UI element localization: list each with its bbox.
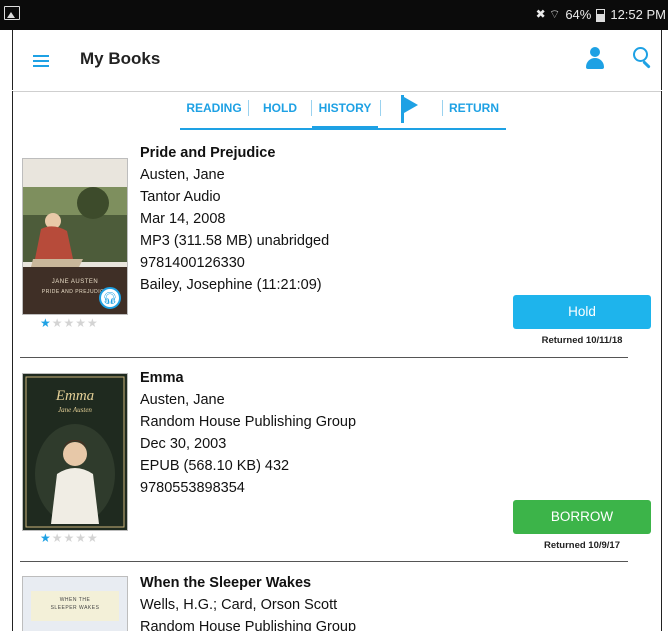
returned-date: Returned 10/11/18 [541, 335, 623, 346]
flag-icon[interactable] [398, 95, 420, 125]
account-icon[interactable] [584, 47, 606, 71]
book-list-item[interactable]: WHEN THE SLEEPER WAKES When the Sleeper … [12, 570, 662, 631]
status-bar: ✖ ⌔ 64% 12:52 PM [0, 0, 668, 30]
battery-percent: 64% [565, 7, 592, 22]
book-author: Austen, Jane [140, 167, 225, 183]
tab-bar: READING HOLD HISTORY RETURN [180, 94, 506, 130]
book-publisher: Tantor Audio [140, 189, 221, 205]
book-cover[interactable]: WHEN THE SLEEPER WAKES [22, 576, 128, 631]
page-title: My Books [80, 49, 161, 68]
book-list-item[interactable]: JANE AUSTEN PRIDE AND PREJUDICE 🎧︎ ★★★★★… [12, 140, 662, 360]
hold-button[interactable]: Hold [513, 295, 651, 329]
book-publisher: Random House Publishing Group [140, 619, 357, 631]
book-title[interactable]: When the Sleeper Wakes [140, 572, 356, 594]
book-title[interactable]: Emma [140, 367, 356, 389]
book-cover[interactable]: Emma Jane Austen [22, 373, 128, 531]
book-date: Mar 14, 2008 [140, 211, 226, 227]
tab-history[interactable]: HISTORY [312, 94, 378, 130]
tab-separator [442, 100, 443, 116]
tab-separator [248, 100, 249, 116]
headphones-icon: 🎧︎ [99, 287, 121, 309]
book-publisher: Random House Publishing Group [140, 414, 357, 430]
book-isbn: 9781400126330 [140, 255, 245, 271]
borrow-button[interactable]: BORROW [513, 500, 651, 534]
battery-icon [596, 9, 606, 22]
cover-author: Jane Austen [58, 406, 92, 414]
book-details: Emma Austen, Jane Random House Publishin… [140, 367, 356, 499]
menu-icon[interactable] [33, 55, 49, 67]
book-format: MP3 (311.58 MB) unabridged [140, 233, 330, 249]
star-rating[interactable]: ★★★★★ [40, 531, 99, 545]
book-cover[interactable]: JANE AUSTEN PRIDE AND PREJUDICE 🎧︎ [22, 158, 128, 315]
book-narrator: Bailey, Josephine (11:21:09) [140, 277, 322, 293]
book-title[interactable]: Pride and Prejudice [140, 142, 329, 164]
app-bar-divider [12, 91, 662, 92]
book-date: Dec 30, 2003 [140, 436, 227, 452]
book-author: Austen, Jane [140, 392, 225, 408]
tab-reading[interactable]: READING [182, 94, 246, 128]
mute-wifi-icons: ✖ ⌔ [535, 7, 561, 21]
book-isbn: 9780553898354 [140, 480, 245, 496]
book-author: Wells, H.G.; Card, Orson Scott [140, 597, 338, 613]
tab-separator [380, 100, 381, 116]
book-details: Pride and Prejudice Austen, Jane Tantor … [140, 142, 329, 296]
cover-title-line2: SLEEPER WAKES [50, 605, 100, 611]
tab-return[interactable]: RETURN [444, 94, 504, 128]
cover-author: JANE AUSTEN [51, 279, 99, 285]
status-right: ✖ ⌔ 64% 12:52 PM [536, 7, 666, 22]
book-details: When the Sleeper Wakes Wells, H.G.; Card… [140, 572, 356, 631]
row-divider [20, 357, 628, 358]
search-icon[interactable] [633, 47, 655, 69]
gallery-notification-icon [4, 6, 20, 20]
book-format: EPUB (568.10 KB) 432 [140, 458, 290, 474]
cover-title-line1: WHEN THE [59, 597, 91, 603]
row-divider [20, 561, 628, 562]
cover-title: Emma [55, 388, 95, 404]
app-bar: My Books [12, 30, 662, 90]
star-rating[interactable]: ★★★★★ [40, 316, 99, 330]
tab-hold[interactable]: HOLD [250, 94, 310, 128]
book-list-item[interactable]: Emma Jane Austen ★★★★★ Emma Austen, Jane… [12, 365, 662, 565]
returned-date: Returned 10/9/17 [543, 540, 621, 551]
clock: 12:52 PM [610, 7, 666, 22]
